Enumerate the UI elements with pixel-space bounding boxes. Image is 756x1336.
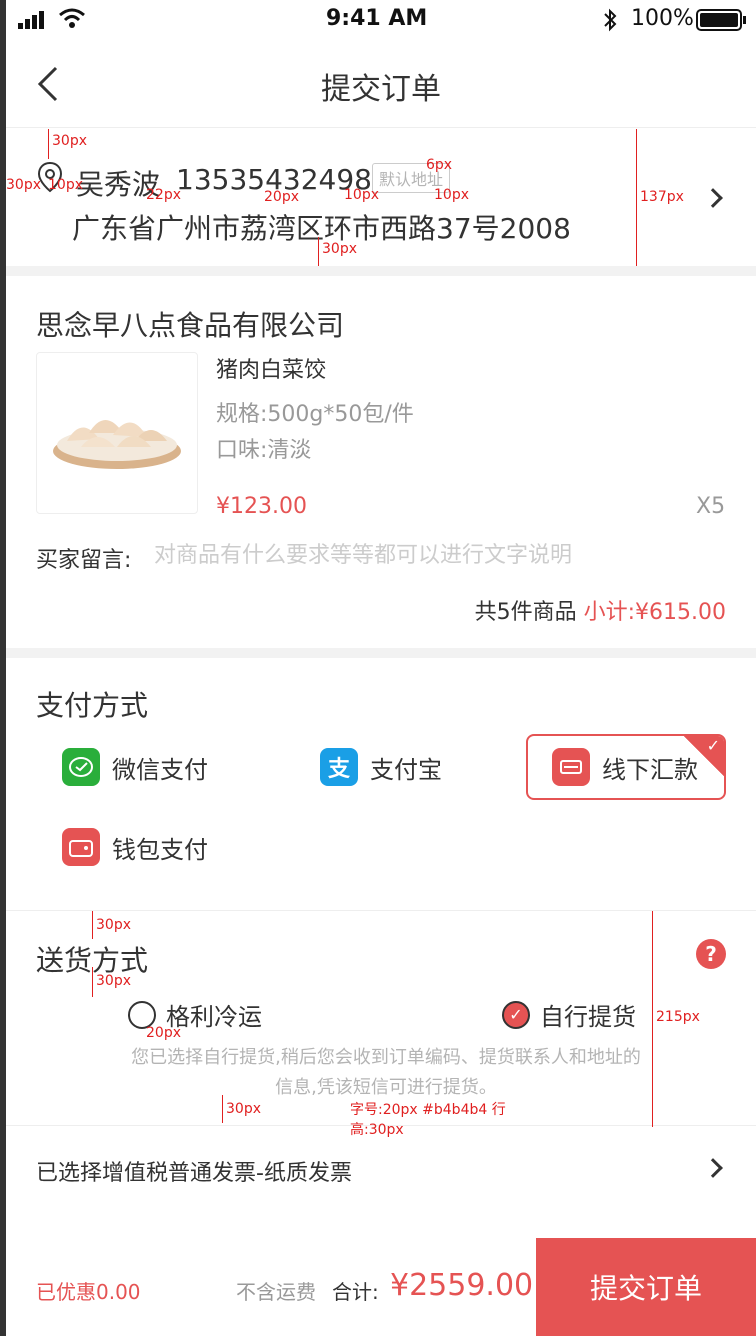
annotation-label: 6px	[426, 157, 453, 173]
annotation-line	[318, 237, 319, 267]
annotation-line	[92, 911, 93, 939]
selected-check-icon: ✓	[684, 736, 724, 776]
nav-bar: 提交订单	[6, 40, 756, 128]
section-divider	[6, 266, 756, 276]
discount-text: 已优惠0.00	[36, 1280, 141, 1304]
total-amount: ¥2559.00	[390, 1268, 534, 1303]
alipay-icon: 支	[320, 748, 358, 786]
bottom-bar: 已优惠0.00 不含运费 合计: ¥2559.00 提交订单	[6, 1238, 756, 1336]
address-card[interactable]: 吴秀波 13535432498 默认地址 广东省广州市荔湾区环市西路37号200…	[6, 129, 756, 267]
annotation-label: 10px	[48, 177, 83, 193]
subtotal-amount: ¥615.00	[635, 600, 726, 625]
annotation-label: 30px	[96, 917, 131, 933]
total-label: 合计:	[332, 1280, 379, 1304]
shipping-option-self-pickup[interactable]: ✓ 自行提货	[502, 997, 636, 1032]
annotation-label: 20px	[146, 1025, 181, 1041]
annotation-line	[92, 967, 93, 997]
payment-option-offline-transfer[interactable]: 线下汇款 ✓	[526, 734, 726, 800]
section-divider	[6, 648, 756, 658]
annotation-line	[222, 1095, 223, 1123]
transfer-icon	[552, 748, 590, 786]
annotation-label: 20px	[264, 189, 299, 205]
annotation-label: 30px	[226, 1101, 261, 1117]
product-thumbnail[interactable]	[36, 352, 198, 514]
payment-option-label: 微信支付	[112, 755, 208, 784]
annotation-label: 30px	[322, 241, 357, 257]
shop-name: 思念早八点食品有限公司	[36, 309, 345, 342]
annotation-line	[48, 129, 49, 159]
page-title: 提交订单	[321, 72, 441, 107]
wechat-icon	[62, 748, 100, 786]
item-count: 共5件商品	[474, 600, 577, 625]
battery-percent: 100%	[631, 6, 694, 31]
payment-title: 支付方式	[36, 689, 149, 722]
product-price: ¥123.00	[216, 494, 307, 519]
shipping-section: 送货方式 ? 格利冷运 ✓ 自行提货 您已选择自行提货,稍后您会收到订单编码、提…	[6, 910, 756, 1138]
payment-option-wallet[interactable]: 钱包支付	[62, 814, 282, 880]
shipping-option-label: 自行提货	[540, 1003, 636, 1031]
annotation-label: 137px	[640, 189, 684, 205]
payment-option-label: 支付宝	[370, 755, 442, 784]
annotation-label: 22px	[146, 187, 181, 203]
annotation-label: 10px	[434, 187, 469, 203]
product-spec: 规格:500g*50包/件	[216, 402, 414, 427]
invoice-row[interactable]: 已选择增值税普通发票-纸质发票	[6, 1127, 756, 1213]
order-item-card: 思念早八点食品有限公司 猪肉白菜饺 规格:500g*50包/件 口味:清淡 ¥1…	[6, 276, 756, 648]
annotation-label: 30px	[6, 177, 41, 193]
payment-option-wechat[interactable]: 微信支付	[62, 734, 282, 800]
product-quantity: X5	[696, 494, 726, 519]
buyer-message-label: 买家留言:	[36, 548, 132, 573]
payment-option-alipay[interactable]: 支 支付宝	[320, 734, 520, 800]
battery-icon	[696, 9, 748, 37]
annotation-label: 10px	[344, 187, 379, 203]
order-subtotal: 共5件商品 小计:¥615.00	[475, 594, 726, 626]
invoice-text: 已选择增值税普通发票-纸质发票	[36, 1161, 352, 1186]
shipping-fee-note: 不含运费	[236, 1280, 316, 1304]
annotation-label: 30px	[52, 133, 87, 149]
annotation-label: 215px	[656, 1009, 700, 1025]
wifi-icon	[58, 8, 86, 34]
payment-section: 支付方式 微信支付 支 支付宝 线下汇款 ✓ 钱包支付	[6, 658, 756, 910]
dumpling-plate-image	[53, 420, 181, 469]
status-bar: 9:41 AM 100%	[6, 0, 756, 40]
signal-icon	[18, 10, 52, 35]
subtotal-label: 小计:	[583, 600, 636, 625]
radio-checked-icon: ✓	[502, 1000, 530, 1029]
product-taste: 口味:清淡	[216, 438, 312, 463]
product-name: 猪肉白菜饺	[216, 358, 327, 383]
payment-option-label: 钱包支付	[112, 835, 208, 864]
annotation-label: 30px	[96, 973, 131, 989]
wallet-icon	[62, 828, 100, 866]
annotation-line	[636, 129, 637, 266]
self-pickup-note: 您已选择自行提货,稍后您会收到订单编码、提货联系人和地址的信息,凭该短信可进行提…	[131, 1047, 641, 1098]
help-icon[interactable]: ?	[696, 939, 726, 969]
status-time: 9:41 AM	[326, 6, 428, 31]
address-chevron-right-icon[interactable]	[703, 188, 723, 208]
buyer-message-input[interactable]	[154, 538, 714, 572]
invoice-chevron-right-icon[interactable]	[703, 1158, 723, 1178]
submit-order-button[interactable]: 提交订单	[536, 1238, 756, 1336]
bluetooth-icon	[602, 8, 618, 38]
annotation-line	[652, 911, 653, 1127]
